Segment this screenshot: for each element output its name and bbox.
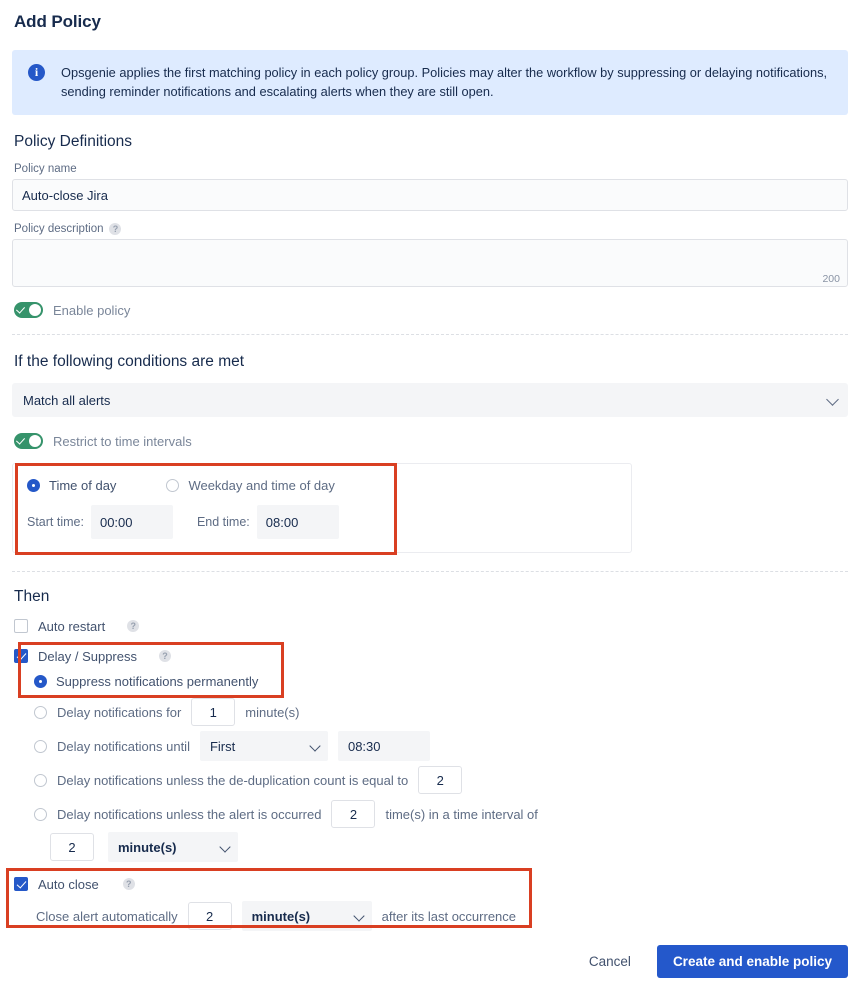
question-mark-icon[interactable]: ? xyxy=(122,878,135,890)
auto-close-unit-select[interactable]: minute(s) xyxy=(241,901,372,931)
end-time-input[interactable] xyxy=(256,505,339,539)
auto-restart-checkbox[interactable] xyxy=(14,619,28,633)
auto-close-detail-after: after its last occurrence xyxy=(381,908,517,924)
radio-delay-until[interactable] xyxy=(34,739,47,753)
policy-description-input[interactable] xyxy=(12,239,848,287)
char-count: 200 xyxy=(822,273,840,285)
start-time-input[interactable] xyxy=(90,505,173,539)
match-alerts-value: Match all alerts xyxy=(23,392,111,408)
delay-occurred-unit-value: minute(s) xyxy=(118,839,177,855)
delay-until-select-value: First xyxy=(209,738,236,754)
match-alerts-select[interactable]: Match all alerts xyxy=(12,383,848,417)
divider xyxy=(12,571,848,572)
radio-delay-dedup[interactable] xyxy=(34,773,47,787)
radio-suppress-permanently[interactable] xyxy=(34,674,47,688)
check-icon xyxy=(15,304,26,314)
create-and-enable-policy-button[interactable]: Create and enable policy xyxy=(656,945,848,978)
time-interval-card: Time of day Weekday and time of day Star… xyxy=(12,463,632,555)
auto-close-group: Auto close ? Close alert automatically m… xyxy=(6,868,848,932)
delay-until-label-before: Delay notifications until xyxy=(57,738,190,754)
policy-name-label-text: Policy name xyxy=(14,163,77,175)
restrict-intervals-label: Restrict to time intervals xyxy=(53,433,192,449)
delay-dedup-row[interactable]: Delay notifications unless the de-duplic… xyxy=(12,764,848,796)
chevron-down-icon xyxy=(309,740,321,752)
add-policy-page: Add Policy i Opsgenie applies the first … xyxy=(0,0,860,988)
auto-close-label: Auto close xyxy=(38,876,99,892)
auto-close-unit-value: minute(s) xyxy=(251,908,311,924)
auto-close-checkbox[interactable] xyxy=(14,877,28,891)
page-title: Add Policy xyxy=(14,12,101,31)
policy-description-wrap: 200 xyxy=(12,239,848,290)
radio-delay-for[interactable] xyxy=(34,705,47,719)
chevron-down-icon xyxy=(352,910,365,922)
delay-for-input[interactable] xyxy=(191,698,236,726)
suppress-permanently-label: Suppress notifications permanently xyxy=(56,673,259,689)
delay-occurred-count-input[interactable] xyxy=(331,800,376,828)
toggle-knob xyxy=(29,304,41,316)
auto-restart-row[interactable]: Auto restart ? xyxy=(12,614,848,638)
cancel-button[interactable]: Cancel xyxy=(577,946,643,977)
interval-mode-row: Time of day Weekday and time of day xyxy=(13,464,631,493)
enable-policy-row[interactable]: Enable policy xyxy=(12,302,848,318)
auto-close-row[interactable]: Auto close ? xyxy=(12,872,848,896)
auto-close-detail-row: Close alert automatically minute(s) afte… xyxy=(12,900,848,932)
radio-time-of-day-label: Time of day xyxy=(49,478,117,493)
delay-suppress-label: Delay / Suppress xyxy=(38,648,137,664)
start-time-label: Start time: xyxy=(27,515,84,529)
then-heading: Then xyxy=(14,588,50,605)
radio-weekday-time-of-day[interactable] xyxy=(166,479,180,492)
delay-occurred-label-after: time(s) in a time interval of xyxy=(385,806,538,822)
delay-occurred-interval-row: minute(s) xyxy=(12,830,848,864)
info-icon: i xyxy=(28,64,45,81)
restrict-intervals-row[interactable]: Restrict to time intervals xyxy=(12,433,848,449)
delay-dedup-input[interactable] xyxy=(418,766,463,794)
policy-definitions-heading: Policy Definitions xyxy=(14,133,133,150)
delay-occurred-interval-input[interactable] xyxy=(50,833,94,861)
suppress-permanently-row[interactable]: Suppress notifications permanently xyxy=(12,668,848,694)
radio-delay-occurred[interactable] xyxy=(34,807,47,821)
delay-dedup-label: Delay notifications unless the de-duplic… xyxy=(57,772,409,788)
question-mark-icon[interactable]: ? xyxy=(127,620,140,632)
footer-actions: Cancel Create and enable policy xyxy=(577,945,848,978)
check-icon xyxy=(15,435,26,445)
delay-suppress-group: Delay / Suppress ? Suppress notification… xyxy=(12,642,848,698)
conditions-heading: If the following conditions are met xyxy=(14,353,245,370)
delay-until-time-input[interactable] xyxy=(337,731,430,761)
info-banner-text: Opsgenie applies the first matching poli… xyxy=(61,65,828,99)
auto-restart-label: Auto restart xyxy=(38,618,106,634)
delay-until-select[interactable]: First xyxy=(199,731,328,761)
question-mark-icon[interactable]: ? xyxy=(109,223,122,235)
delay-suppress-checkbox[interactable] xyxy=(14,649,28,663)
policy-description-label-text: Policy description xyxy=(14,223,104,235)
delay-for-row[interactable]: Delay notifications for minute(s) xyxy=(12,696,848,728)
auto-close-detail-before: Close alert automatically xyxy=(36,908,178,924)
radio-weekday-time-of-day-label: Weekday and time of day xyxy=(188,478,335,493)
policy-name-input[interactable] xyxy=(12,179,848,211)
auto-close-value-input[interactable] xyxy=(187,902,232,930)
chevron-down-icon xyxy=(219,841,231,853)
question-mark-icon[interactable]: ? xyxy=(159,650,171,662)
policy-name-label: Policy name xyxy=(12,163,848,175)
delay-occurred-row[interactable]: Delay notifications unless the alert is … xyxy=(12,798,848,830)
info-banner: i Opsgenie applies the first matching po… xyxy=(12,50,848,115)
delay-suppress-row[interactable]: Delay / Suppress ? xyxy=(12,644,848,668)
delay-for-label-after: minute(s) xyxy=(245,704,300,720)
delay-occurred-label-before: Delay notifications unless the alert is … xyxy=(57,806,322,822)
interval-times-row: Start time: End time: xyxy=(13,493,631,539)
policy-description-label: Policy description ? xyxy=(12,223,848,235)
delay-until-row[interactable]: Delay notifications until First xyxy=(12,730,848,762)
enable-policy-label: Enable policy xyxy=(53,302,131,318)
restrict-intervals-toggle[interactable] xyxy=(14,433,43,449)
delay-for-label-before: Delay notifications for xyxy=(57,704,182,720)
delay-occurred-unit-select[interactable]: minute(s) xyxy=(108,832,238,862)
toggle-knob xyxy=(29,435,41,447)
radio-time-of-day[interactable] xyxy=(27,479,40,492)
divider xyxy=(12,334,848,335)
enable-policy-toggle[interactable] xyxy=(14,302,43,318)
end-time-label: End time: xyxy=(196,515,250,529)
chevron-down-icon xyxy=(826,393,839,406)
